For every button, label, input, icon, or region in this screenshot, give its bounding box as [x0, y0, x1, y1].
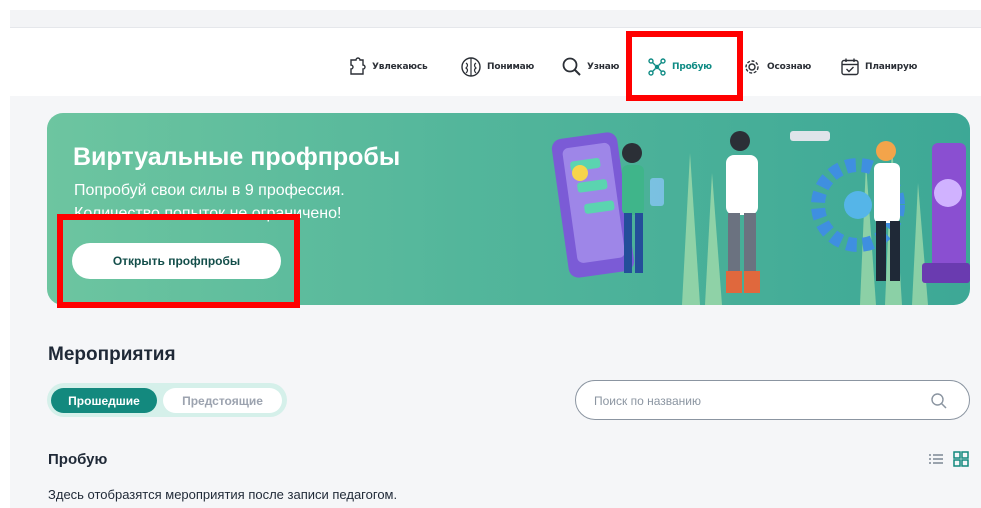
- nav-label: Узнаю: [587, 62, 620, 72]
- toggle-upcoming[interactable]: Предстоящие: [163, 388, 282, 413]
- empty-state-text: Здесь отобразятся мероприятия после запи…: [48, 487, 398, 502]
- nav-item-ponimayu[interactable]: Понимаю: [460, 54, 534, 80]
- search-icon[interactable]: [930, 392, 948, 410]
- banner-title: Виртуальные профпробы: [73, 143, 401, 171]
- highlight-nav-probuyu: [626, 31, 743, 101]
- calendar-check-icon: [841, 58, 859, 76]
- nav-label: Осознаю: [767, 62, 812, 72]
- search-placeholder: Поиск по названию: [594, 394, 702, 408]
- nav-label: Понимаю: [487, 62, 535, 72]
- browser-top-strip: [10, 10, 981, 28]
- nav-label: Планирую: [865, 62, 918, 72]
- nav-item-osoznayu[interactable]: Осознаю: [742, 54, 811, 80]
- list-view-icon[interactable]: [928, 451, 944, 467]
- events-title: Мероприятия: [48, 344, 176, 365]
- nav-item-uvlekayus[interactable]: Увлекаюсь: [347, 54, 428, 80]
- puzzle-icon: [350, 57, 366, 75]
- gear-icon: [745, 60, 759, 74]
- brain-icon: [461, 57, 481, 77]
- grid-view-icon[interactable]: [953, 451, 969, 467]
- banner-subtitle-line1: Попробуй свои силы в 9 профессия.: [74, 182, 345, 199]
- magnifier-icon: [562, 57, 581, 76]
- nav-item-planiruyu[interactable]: Планирую: [840, 54, 917, 80]
- events-subsection-title: Пробую: [48, 451, 108, 468]
- nav-label: Увлекаюсь: [372, 62, 428, 72]
- banner-illustration: [551, 131, 970, 305]
- nav-item-uznayu[interactable]: Узнаю: [562, 54, 619, 80]
- highlight-open-button: [57, 214, 300, 308]
- toggle-past[interactable]: Прошедшие: [51, 388, 157, 413]
